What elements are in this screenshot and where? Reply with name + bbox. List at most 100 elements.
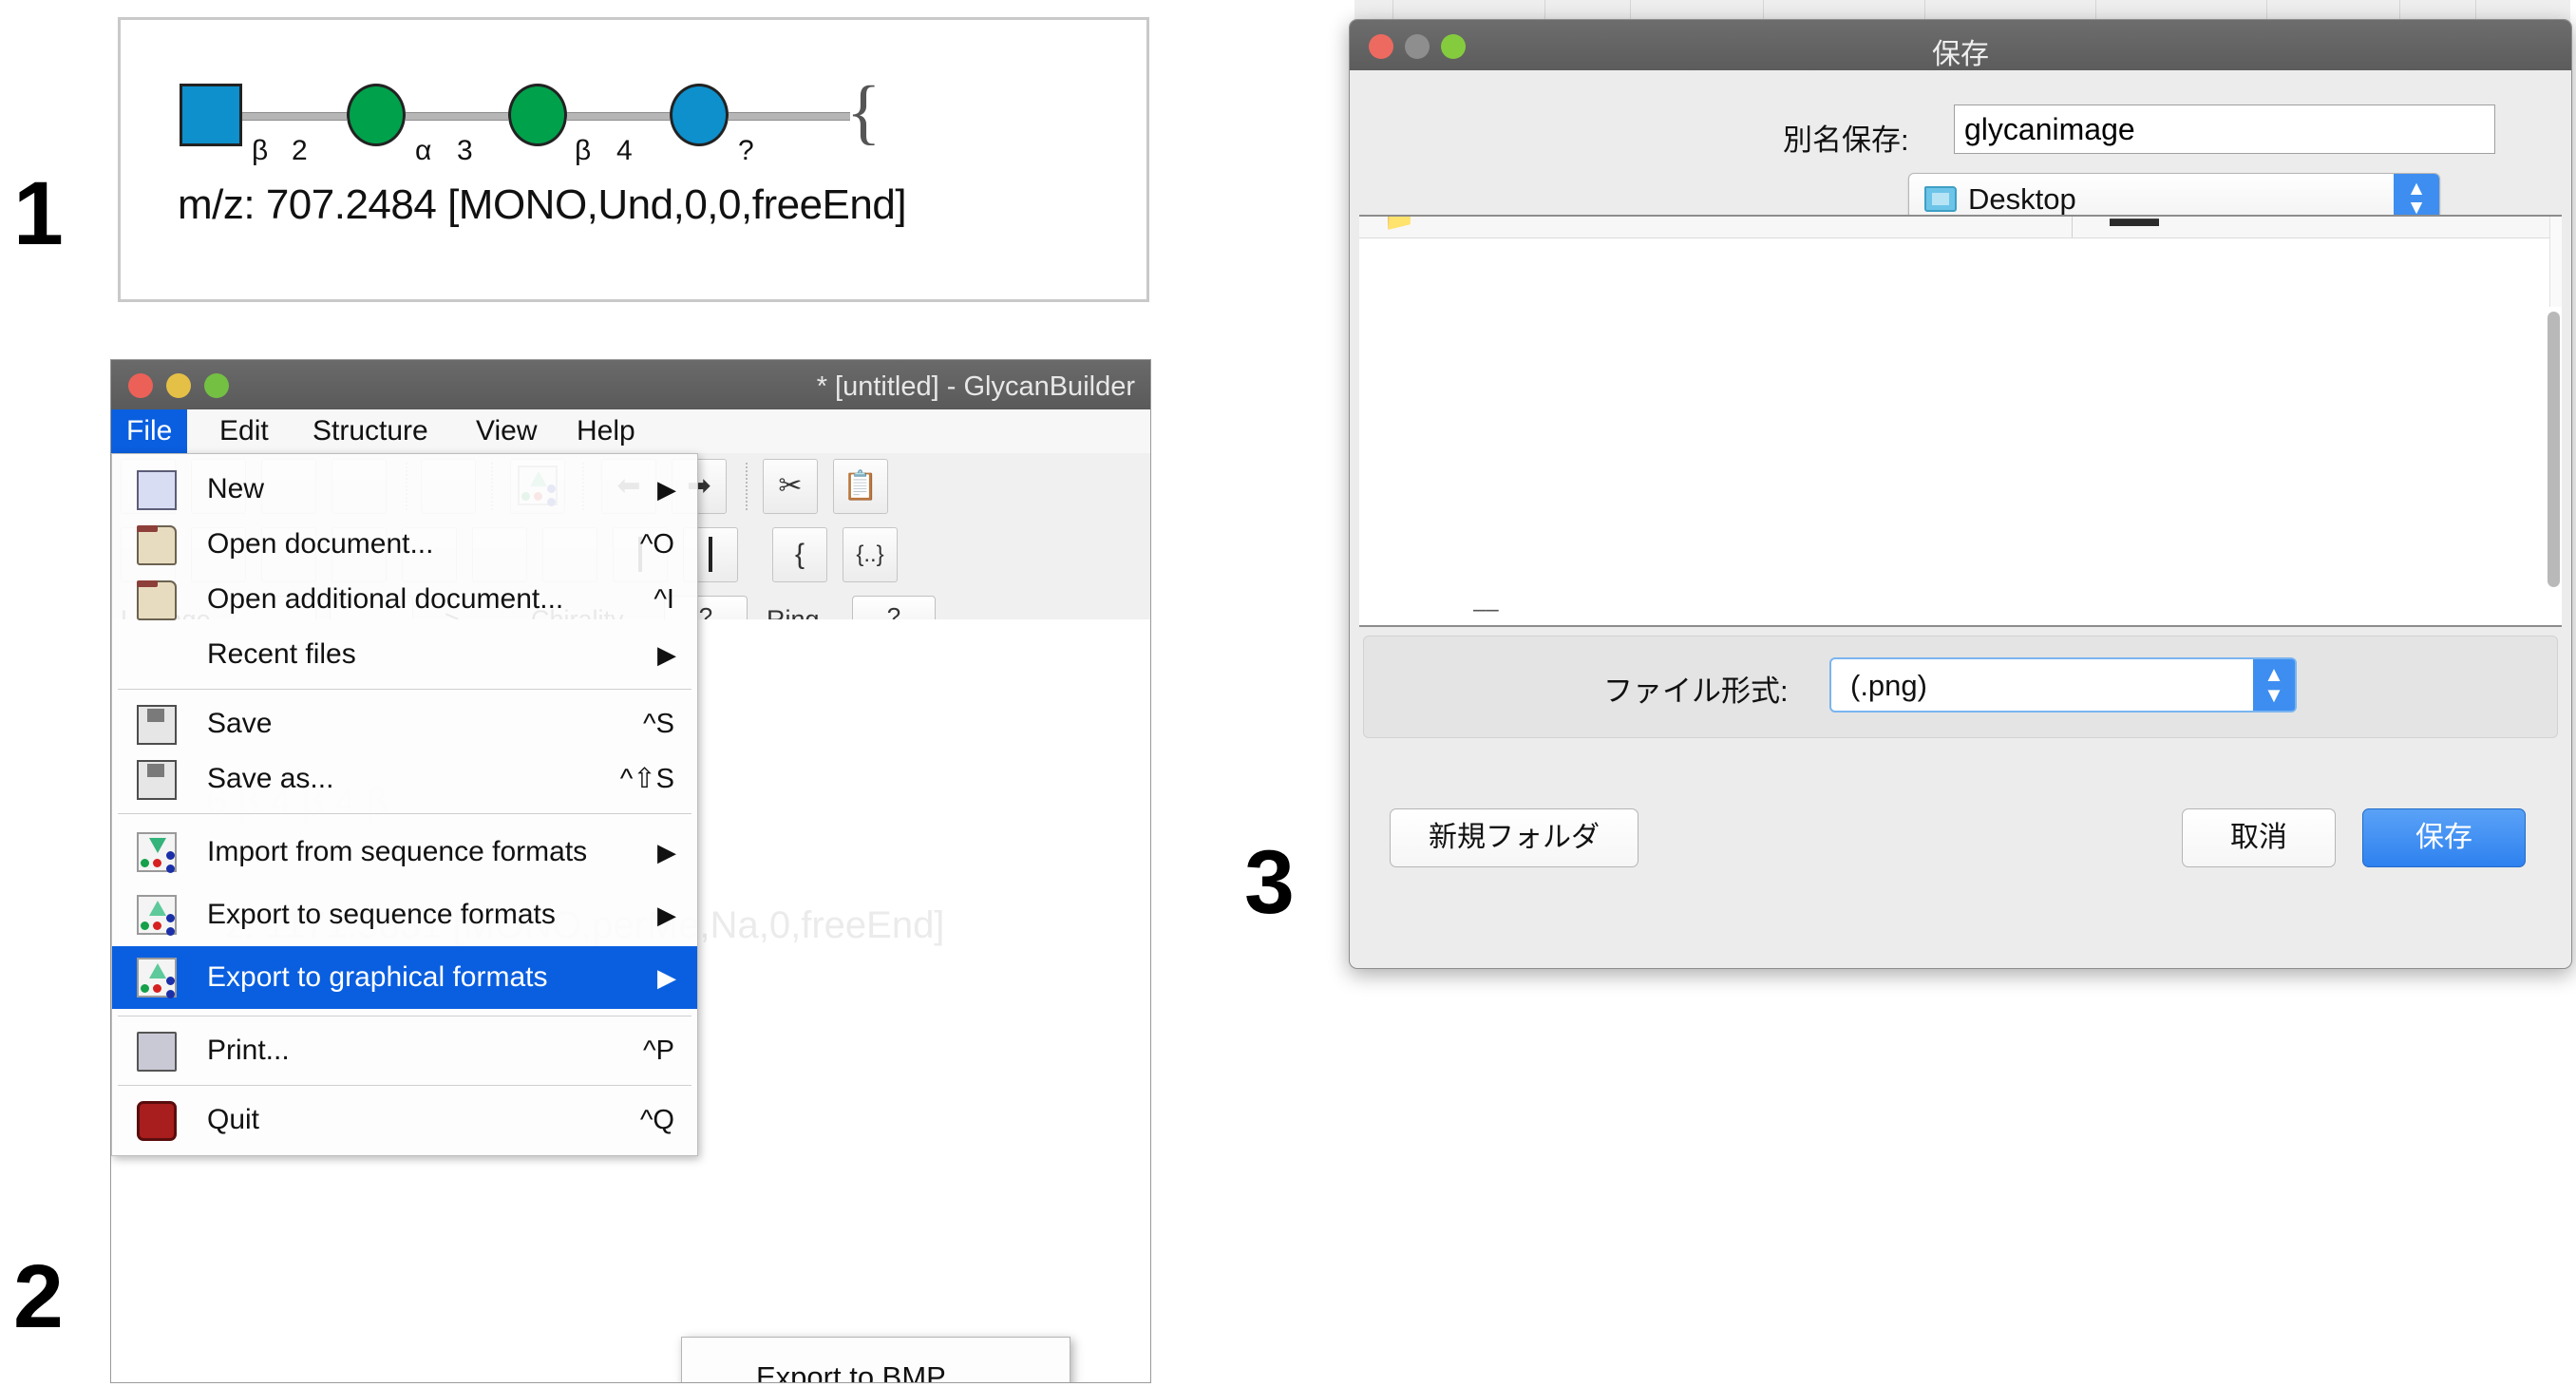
menu-structure[interactable]: Structure [297, 409, 444, 453]
glycan-preview-panel: β 2 α 3 β 4 ? { m/z: 707.2484 [MONO,Und,… [118, 17, 1149, 302]
blue-dot-icon-2 [166, 990, 175, 998]
new-folder-button[interactable]: 新規フォルダ [1390, 808, 1638, 867]
glycan-node-man-circle-1 [347, 84, 406, 146]
glycan-link-1 [242, 112, 347, 121]
blue-dot-icon-2 [166, 927, 175, 936]
glycan-link-2 [406, 112, 508, 121]
column-header-date: ▬▬ [2110, 217, 2159, 232]
menubar: File Edit Structure View Help [111, 409, 1150, 454]
import-sequence-icon [137, 832, 177, 873]
menu-separator [118, 1085, 691, 1086]
glycanbuilder-titlebar[interactable]: * [untitled] - GlycanBuilder [111, 360, 1150, 410]
menu-item-label: Quit [207, 1104, 260, 1135]
file-dropdown-menu: New ▶ Open document... ^O Open additiona… [111, 453, 698, 1156]
menu-item-quit[interactable]: Quit ^Q [112, 1092, 697, 1148]
reducing-end-bracket: { [846, 72, 881, 152]
menu-item-accelerator: ^⇧S [619, 764, 674, 794]
toolbar-copy-button[interactable]: 📋 [833, 459, 888, 514]
file-format-panel: ファイル形式: (.png) ▲ ▼ [1363, 636, 2558, 738]
open-additional-folder-icon [137, 580, 177, 620]
cancel-button[interactable]: 取消 [2182, 808, 2336, 867]
quit-octagon-icon [137, 1101, 177, 1141]
glycan-link-3 [567, 112, 670, 121]
filename-input[interactable]: glycanimage [1954, 104, 2495, 154]
menu-help[interactable]: Help [561, 409, 651, 453]
chevron-updown-icon[interactable]: ▲ ▼ [2253, 659, 2295, 711]
file-browser-bottom-ghost: –– [1473, 597, 1499, 622]
toolbar-bracket-button[interactable]: { [772, 527, 827, 582]
save-dialog-title: 保存 [1932, 39, 1989, 70]
step-number-2: 2 [13, 1246, 64, 1347]
linkage-position-2: 3 [457, 135, 473, 166]
submenu-item-export-bmp[interactable]: Export to BMP... [682, 1351, 1070, 1382]
toolbar-separator-4 [746, 463, 749, 510]
menu-item-label: Print... [207, 1035, 290, 1066]
save-dialog: 保存 別名保存: glycanimage Desktop ▲ ▼ 📁 ▬▬ –– … [1349, 19, 2572, 969]
file-browser-scrollbar[interactable] [2548, 312, 2560, 587]
glycan-node-man-circle-2 [508, 84, 567, 146]
linkage-anomer-4: ? [738, 135, 754, 166]
menu-item-export-to-graphical-formats[interactable]: Export to graphical formats ▶ [112, 946, 697, 1009]
chevron-right-icon: ▶ [657, 475, 676, 504]
mz-annotation: m/z: 707.2484 [MONO,Und,0,0,freeEnd] [178, 181, 907, 228]
menu-file[interactable]: File [111, 409, 188, 453]
save-as-label: 別名保存: [1783, 124, 1909, 157]
menu-item-accelerator: ^Q [639, 1105, 674, 1135]
diamond-blue-icon [709, 537, 712, 572]
linkage-position-3: 4 [616, 135, 633, 166]
menu-item-label: Import from sequence formats [207, 836, 588, 867]
toolbar-repeat-button[interactable]: {..} [843, 527, 898, 582]
folder-icon [1924, 186, 1957, 212]
green-dot-icon [141, 859, 149, 867]
step-number-1: 1 [13, 163, 64, 264]
menu-item-label: Export to graphical formats [207, 961, 548, 993]
menu-item-save[interactable]: Save ^S [112, 696, 697, 751]
file-browser-list[interactable]: 📁 ▬▬ –– [1359, 215, 2562, 627]
printer-icon [137, 1032, 177, 1072]
arrow-down-icon [149, 838, 166, 853]
blue-dot-icon-1 [166, 977, 175, 985]
minimize-icon[interactable] [166, 373, 191, 398]
file-browser-column-header[interactable]: 📁 ▬▬ [1359, 217, 2562, 238]
arrow-up-icon [149, 901, 166, 916]
red-dot-icon [153, 859, 161, 867]
menu-item-save-as[interactable]: Save as... ^⇧S [112, 751, 697, 807]
close-icon[interactable] [128, 373, 153, 398]
linkage-position-1: 2 [292, 135, 308, 166]
scroll-track-top [2549, 217, 2562, 307]
red-dot-icon [153, 984, 161, 993]
menu-item-print[interactable]: Print... ^P [112, 1023, 697, 1078]
menu-edit[interactable]: Edit [204, 409, 284, 453]
menu-view[interactable]: View [461, 409, 552, 453]
menu-item-import-from-sequence-formats[interactable]: Import from sequence formats ▶ [112, 821, 697, 884]
green-dot-icon [141, 984, 149, 993]
window-title: * [untitled] - GlycanBuilder [816, 371, 1135, 402]
file-format-select[interactable]: (.png) ▲ ▼ [1829, 657, 2297, 712]
toolbar-cut-button[interactable]: ✂ [763, 459, 818, 514]
glycan-structure: β 2 α 3 β 4 ? { [180, 63, 1034, 167]
export-sequence-icon [137, 895, 177, 936]
menu-item-open-document[interactable]: Open document... ^O [112, 517, 697, 572]
blue-dot-icon-2 [166, 864, 175, 873]
maximize-icon[interactable] [204, 373, 229, 398]
menu-item-open-additional-document[interactable]: Open additional document... ^I [112, 572, 697, 627]
export-graphical-icon [137, 958, 177, 998]
file-format-label: ファイル形式: [1603, 674, 1789, 708]
arrow-up-icon [149, 963, 166, 978]
menu-item-label: Open document... [207, 528, 434, 560]
menu-item-new[interactable]: New ▶ [112, 462, 697, 517]
menu-item-label: Save [207, 708, 273, 739]
export-graphical-formats-submenu: Export to BMP... Export to EPS... Export… [681, 1337, 1070, 1382]
location-label: Desktop [1968, 182, 2076, 216]
menu-item-label: Recent files [207, 638, 356, 670]
menu-item-export-to-sequence-formats[interactable]: Export to sequence formats ▶ [112, 884, 697, 946]
floppy-save-icon [137, 705, 177, 745]
glycan-link-4 [729, 112, 850, 121]
save-button[interactable]: 保存 [2362, 808, 2526, 867]
column-header-name: 📁 [1384, 217, 1415, 232]
save-dialog-titlebar[interactable]: 保存 [1350, 20, 2571, 71]
menu-item-label: New [207, 473, 265, 504]
chevron-right-icon: ▶ [657, 640, 676, 669]
menu-item-recent-files[interactable]: Recent files ▶ [112, 627, 697, 682]
chevron-right-icon: ▶ [657, 963, 676, 992]
